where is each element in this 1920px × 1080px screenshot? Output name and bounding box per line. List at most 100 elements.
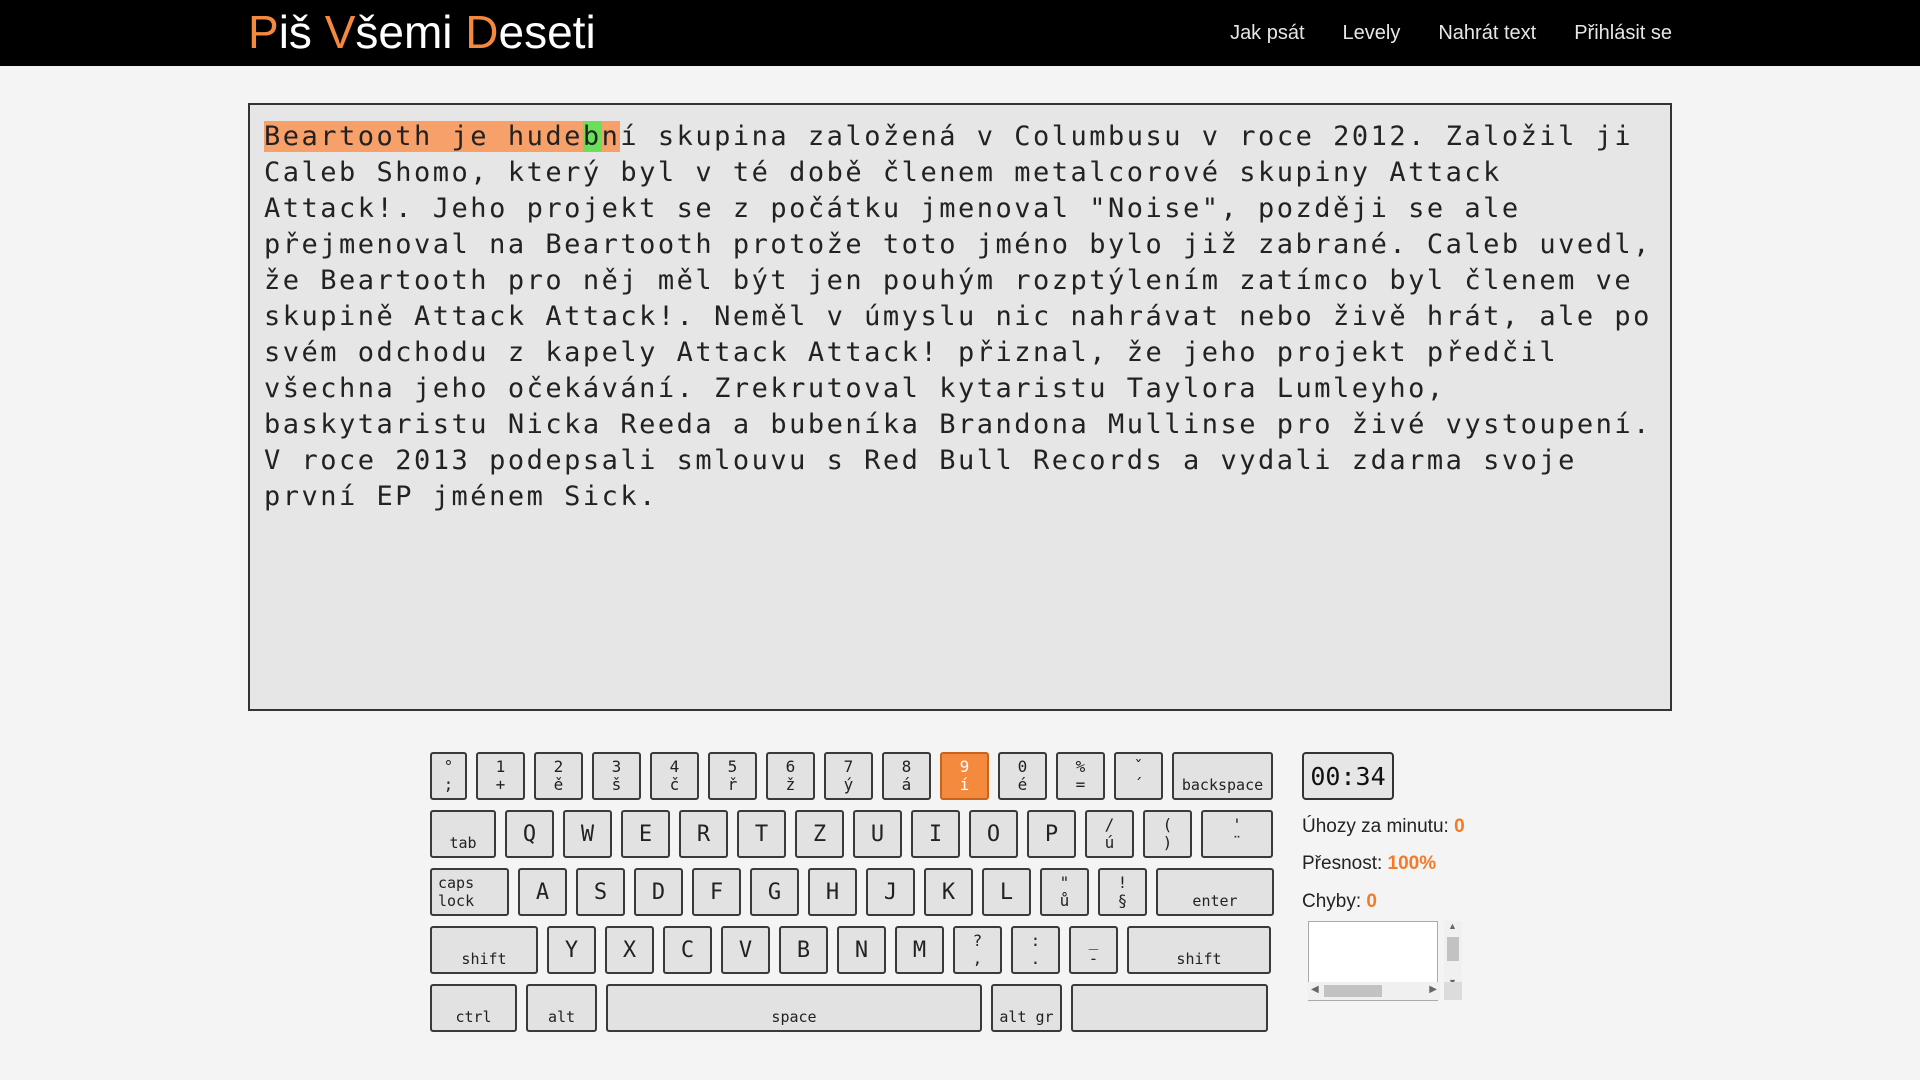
key-l[interactable]: L bbox=[982, 868, 1031, 916]
key-ctrl[interactable]: ctrl bbox=[430, 984, 517, 1032]
key-r[interactable]: R bbox=[679, 810, 728, 858]
key-alt-gr[interactable]: alt gr bbox=[991, 984, 1062, 1032]
typing-text: Beartooth je hudební skupina založená v … bbox=[264, 119, 1664, 515]
key-d[interactable]: D bbox=[634, 868, 683, 916]
key-b[interactable]: B bbox=[779, 926, 828, 974]
logo-text: šemi bbox=[355, 6, 466, 58]
remaining-text: í skupina založená v Columbusu v roce 20… bbox=[264, 121, 1671, 512]
key-p[interactable]: P bbox=[1027, 810, 1076, 858]
key-j[interactable]: J bbox=[866, 868, 915, 916]
key-caps-lock[interactable]: caps lock bbox=[430, 868, 509, 916]
accuracy-label: Přesnost: bbox=[1302, 853, 1388, 874]
key-7[interactable]: 7ý bbox=[824, 752, 873, 800]
keyboard-row-space: ctrl alt space alt gr bbox=[430, 984, 1268, 1032]
key-8[interactable]: 8á bbox=[882, 752, 931, 800]
key-space[interactable]: space bbox=[606, 984, 982, 1032]
key-backspace[interactable]: backspace bbox=[1172, 752, 1273, 800]
nav-link-jak-psat[interactable]: Jak psát bbox=[1230, 22, 1304, 45]
key-shift-left[interactable]: shift bbox=[430, 926, 538, 974]
main-nav: Jak psát Levely Nahrát text Přihlásit se bbox=[1230, 0, 1672, 66]
key-parenthesis[interactable]: () bbox=[1143, 810, 1192, 858]
key-o[interactable]: O bbox=[969, 810, 1018, 858]
key-2[interactable]: 2ě bbox=[534, 752, 583, 800]
key-6[interactable]: 6ž bbox=[766, 752, 815, 800]
key-0[interactable]: 0é bbox=[998, 752, 1047, 800]
key-5[interactable]: 5ř bbox=[708, 752, 757, 800]
cursor-char: b bbox=[582, 121, 602, 152]
typed-text-tail: n bbox=[601, 121, 621, 152]
key-enter[interactable]: enter bbox=[1156, 868, 1274, 916]
key-1[interactable]: 1 + bbox=[476, 752, 525, 800]
key-section[interactable]: ! § bbox=[1098, 868, 1147, 916]
logo-text: eseti bbox=[498, 6, 596, 58]
key-m[interactable]: M bbox=[895, 926, 944, 974]
wpm-stat: Úhozy za minutu: 0 bbox=[1302, 816, 1465, 838]
errors-value: 0 bbox=[1366, 891, 1377, 912]
errors-horizontal-scrollbar[interactable]: ◀ ▶ bbox=[1308, 982, 1440, 1000]
key-shift-right[interactable]: shift bbox=[1127, 926, 1271, 974]
key-comma[interactable]: ?, bbox=[953, 926, 1002, 974]
key-s[interactable]: S bbox=[576, 868, 625, 916]
key-a[interactable]: A bbox=[518, 868, 567, 916]
key-f[interactable]: F bbox=[692, 868, 741, 916]
key-period[interactable]: :. bbox=[1011, 926, 1060, 974]
key-9-highlighted[interactable]: 9í bbox=[940, 752, 989, 800]
errors-label: Chyby: bbox=[1302, 891, 1367, 912]
horizontal-scroll-thumb[interactable] bbox=[1324, 985, 1382, 997]
scroll-right-arrow-icon[interactable]: ▶ bbox=[1429, 984, 1437, 995]
key-u[interactable]: U bbox=[853, 810, 902, 858]
typed-text: Beartooth je hude bbox=[264, 121, 583, 152]
top-bar: Piš Všemi Deseti Jak psát Levely Nahrát … bbox=[0, 0, 1920, 66]
key-n[interactable]: N bbox=[837, 926, 886, 974]
key-u-acute[interactable]: / ú bbox=[1085, 810, 1134, 858]
key-dash[interactable]: _ - bbox=[1069, 926, 1118, 974]
key-v[interactable]: V bbox=[721, 926, 770, 974]
accuracy-value: 100% bbox=[1387, 853, 1437, 874]
scrollbar-corner bbox=[1444, 982, 1462, 1000]
nav-link-prihlasit[interactable]: Přihlásit se bbox=[1574, 22, 1672, 45]
key-k[interactable]: K bbox=[924, 868, 973, 916]
timer: 00:34 bbox=[1302, 752, 1394, 800]
key-t[interactable]: T bbox=[737, 810, 786, 858]
key-alt[interactable]: alt bbox=[526, 984, 597, 1032]
key-acute[interactable]: ˇ ´ bbox=[1114, 752, 1163, 800]
key-g[interactable]: G bbox=[750, 868, 799, 916]
key-x[interactable]: X bbox=[605, 926, 654, 974]
keyboard-row-qwertz: tab Q W E R T Z U I O P / ú () ' ¨ bbox=[430, 810, 1273, 858]
keyboard-row-bottom-letters: shift Y X C V B N M ?, :. _ - shift bbox=[430, 926, 1271, 974]
logo-letter: P bbox=[248, 6, 279, 58]
key-z[interactable]: Z bbox=[795, 810, 844, 858]
site-logo[interactable]: Piš Všemi Deseti bbox=[248, 4, 596, 60]
wpm-label: Úhozy za minutu: bbox=[1302, 816, 1455, 837]
scroll-up-arrow-icon[interactable]: ▲ bbox=[1448, 921, 1457, 931]
key-e[interactable]: E bbox=[621, 810, 670, 858]
errors-vertical-scrollbar[interactable]: ▲ ▼ bbox=[1444, 921, 1462, 987]
key-u-ring[interactable]: " ů bbox=[1040, 868, 1089, 916]
key-equals[interactable]: % = bbox=[1056, 752, 1105, 800]
key-q[interactable]: Q bbox=[505, 810, 554, 858]
logo-text: iš bbox=[278, 6, 325, 58]
key-blank[interactable] bbox=[1071, 984, 1268, 1032]
accuracy-stat: Přesnost: 100% bbox=[1302, 853, 1436, 875]
key-apostrophe[interactable]: ' ¨ bbox=[1201, 810, 1273, 858]
key-i[interactable]: I bbox=[911, 810, 960, 858]
logo-letter: V bbox=[324, 6, 356, 58]
key-4[interactable]: 4č bbox=[650, 752, 699, 800]
key-w[interactable]: W bbox=[563, 810, 612, 858]
nav-link-levely[interactable]: Levely bbox=[1343, 22, 1401, 45]
key-y[interactable]: Y bbox=[547, 926, 596, 974]
scroll-left-arrow-icon[interactable]: ◀ bbox=[1311, 984, 1319, 995]
errors-stat: Chyby: 0 bbox=[1302, 891, 1377, 913]
keyboard-row-home: caps lock A S D F G H J K L " ů ! § enter bbox=[430, 868, 1274, 916]
key-semicolon[interactable]: °; bbox=[430, 752, 467, 800]
virtual-keyboard: °; 1 + 2ě 3š 4č 5ř 6ž 7ý 8á 9í 0é % = ˇ ´ b… bbox=[430, 752, 1274, 1034]
key-h[interactable]: H bbox=[808, 868, 857, 916]
key-c[interactable]: C bbox=[663, 926, 712, 974]
vertical-scroll-thumb[interactable] bbox=[1447, 937, 1459, 961]
key-3[interactable]: 3š bbox=[592, 752, 641, 800]
key-tab[interactable]: tab bbox=[430, 810, 496, 858]
typing-text-panel[interactable]: Beartooth je hudební skupina založená v … bbox=[248, 103, 1672, 711]
wpm-value: 0 bbox=[1454, 816, 1465, 837]
nav-link-nahrat-text[interactable]: Nahrát text bbox=[1438, 22, 1536, 45]
keyboard-row-numbers: °; 1 + 2ě 3š 4č 5ř 6ž 7ý 8á 9í 0é % = ˇ ´ b… bbox=[430, 752, 1273, 800]
